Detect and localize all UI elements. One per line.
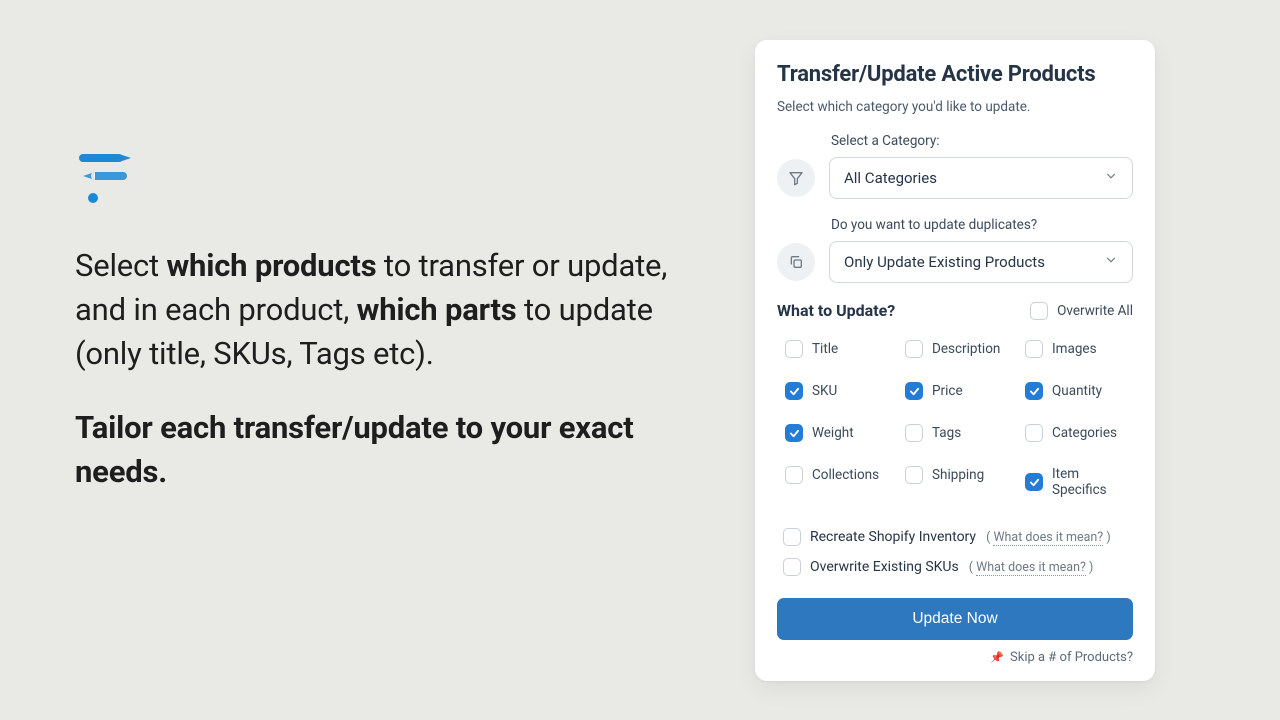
duplicate-icon: [777, 243, 815, 281]
checkbox-title[interactable]: Title: [785, 340, 885, 358]
checkbox-label: Quantity: [1052, 383, 1102, 399]
checkbox-itemspecifics[interactable]: Item Specifics: [1025, 466, 1125, 498]
checkbox-label: Images: [1052, 341, 1097, 357]
checkbox-overwriteskus[interactable]: Overwrite Existing SKUs: [783, 558, 959, 576]
headline: Select which products to transfer or upd…: [75, 244, 695, 494]
chevron-down-icon: [1104, 169, 1118, 187]
card-title: Transfer/Update Active Products: [777, 62, 1133, 87]
chevron-down-icon: [1104, 253, 1118, 271]
transfer-update-card: Transfer/Update Active Products Select w…: [755, 40, 1155, 681]
category-label: Select a Category:: [831, 133, 1133, 149]
checkbox-label: Weight: [812, 425, 854, 441]
checkbox-recreate[interactable]: Recreate Shopify Inventory: [783, 528, 976, 546]
skip-products-link[interactable]: 📌 Skip a # of Products?: [777, 650, 1133, 665]
filter-icon: [777, 159, 815, 197]
brand-logo-icon: [75, 148, 135, 208]
checkbox-collections[interactable]: Collections: [785, 466, 885, 484]
duplicates-select[interactable]: Only Update Existing Products: [829, 241, 1133, 283]
checkbox-label: Categories: [1052, 425, 1117, 441]
checkbox-label: Price: [932, 383, 963, 399]
checkbox-categories[interactable]: Categories: [1025, 424, 1125, 442]
checkbox-quantity[interactable]: Quantity: [1025, 382, 1125, 400]
checkbox-description[interactable]: Description: [905, 340, 1005, 358]
checkbox-price[interactable]: Price: [905, 382, 1005, 400]
overwrite-all-checkbox[interactable]: Overwrite All: [1030, 302, 1133, 320]
checkbox-sku[interactable]: SKU: [785, 382, 885, 400]
checkbox-label: Item Specifics: [1052, 466, 1125, 498]
extra-label: Recreate Shopify Inventory: [810, 529, 976, 545]
pin-icon: 📌: [990, 651, 1004, 664]
checkbox-images[interactable]: Images: [1025, 340, 1125, 358]
card-subtext: Select which category you'd like to upda…: [777, 99, 1133, 115]
checkbox-label: Collections: [812, 467, 879, 483]
what-does-it-mean-link[interactable]: ( What does it mean? ): [986, 530, 1111, 545]
checkbox-label: Shipping: [932, 467, 984, 483]
checkbox-label: SKU: [812, 383, 837, 399]
checkbox-label: Title: [812, 341, 838, 357]
checkbox-label: Description: [932, 341, 1000, 357]
what-to-update-heading: What to Update?: [777, 301, 895, 320]
checkbox-label: Tags: [932, 425, 961, 441]
what-does-it-mean-link[interactable]: ( What does it mean? ): [969, 560, 1094, 575]
category-select[interactable]: All Categories: [829, 157, 1133, 199]
checkbox-weight[interactable]: Weight: [785, 424, 885, 442]
marketing-left-pane: Select which products to transfer or upd…: [75, 148, 695, 494]
update-now-button[interactable]: Update Now: [777, 598, 1133, 640]
checkbox-tags[interactable]: Tags: [905, 424, 1005, 442]
duplicates-label: Do you want to update duplicates?: [831, 217, 1133, 233]
checkbox-shipping[interactable]: Shipping: [905, 466, 1005, 484]
extra-label: Overwrite Existing SKUs: [810, 559, 959, 575]
